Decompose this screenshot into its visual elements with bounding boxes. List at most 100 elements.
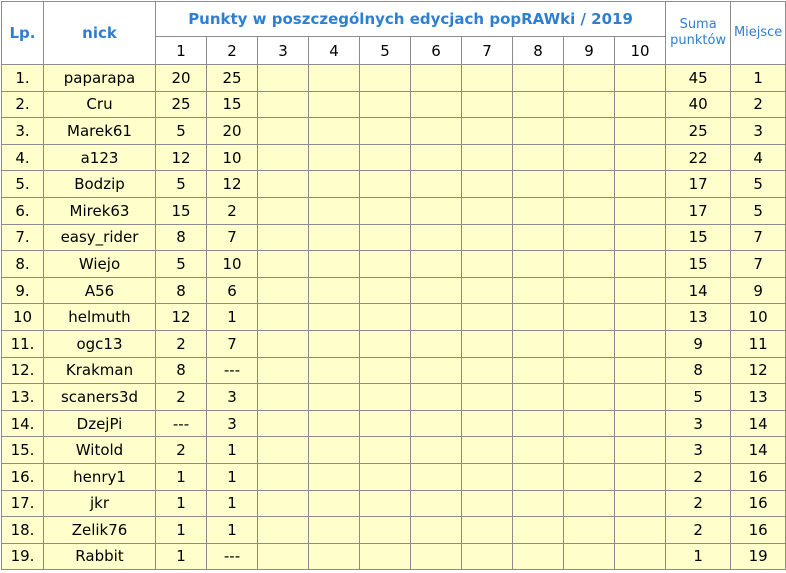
edition-3-cell	[257, 196, 309, 225]
sum-cell: 15	[665, 223, 732, 252]
edition-8-cell	[512, 329, 564, 358]
edition-6-cell	[410, 90, 462, 119]
edition-10-cell	[613, 462, 667, 491]
rank-cell: 15.	[1, 436, 44, 464]
nick-cell: henry1	[43, 462, 156, 491]
edition-header-3: 3	[257, 36, 309, 65]
edition-8-cell	[512, 223, 564, 252]
nick-cell: Zelik76	[43, 516, 156, 544]
edition-5-cell	[359, 143, 411, 172]
edition-3-cell	[257, 516, 309, 544]
edition-9-cell	[563, 276, 615, 305]
edition-7-cell	[461, 117, 513, 145]
edition-4-cell	[308, 170, 360, 198]
edition-10-cell	[613, 276, 667, 305]
edition-8-cell	[512, 436, 564, 464]
edition-5-cell	[359, 383, 411, 411]
edition-5-cell	[359, 356, 411, 385]
edition-3-cell	[257, 170, 309, 198]
sum-cell: 2	[665, 489, 732, 518]
edition-5-cell	[359, 223, 411, 252]
edition-5-cell	[359, 250, 411, 278]
edition-10-cell	[613, 303, 667, 331]
edition-6-cell	[410, 436, 462, 464]
edition-header-6: 6	[410, 36, 462, 65]
table-row: 18. Zelik76 1 1 2 16	[1, 516, 786, 544]
edition-4-cell	[308, 90, 360, 119]
edition-9-cell	[563, 462, 615, 491]
edition-10-cell	[613, 196, 667, 225]
edition-7-cell	[461, 250, 513, 278]
edition-1-cell: 20	[155, 64, 207, 92]
ranking-table: Lp. nick Punkty w poszczególnych edycjac…	[1, 1, 786, 571]
edition-6-cell	[410, 223, 462, 252]
edition-8-cell	[512, 303, 564, 331]
edition-9-cell	[563, 196, 615, 225]
rank-cell: 11.	[1, 329, 44, 358]
rank-cell: 3.	[1, 117, 44, 145]
table-row: 8. Wiejo 5 10 15 7	[1, 250, 786, 278]
edition-6-cell	[410, 383, 462, 411]
sum-cell: 25	[665, 117, 732, 145]
edition-7-cell	[461, 90, 513, 119]
edition-5-cell	[359, 516, 411, 544]
edition-5-cell	[359, 436, 411, 464]
edition-4-cell	[308, 303, 360, 331]
table-row: 7. easy_rider 8 7 15 7	[1, 223, 786, 252]
edition-1-cell: 12	[155, 143, 207, 172]
edition-8-cell	[512, 542, 564, 571]
edition-8-cell	[512, 196, 564, 225]
edition-8-cell	[512, 409, 564, 438]
table-row: 5. Bodzip 5 12 17 5	[1, 170, 786, 198]
sum-cell: 40	[665, 90, 732, 119]
edition-2-cell: ---	[206, 356, 258, 385]
edition-10-cell	[613, 409, 667, 438]
edition-8-cell	[512, 516, 564, 544]
sum-cell: 14	[665, 276, 732, 305]
edition-7-cell	[461, 143, 513, 172]
table-row: 12. Krakman 8 --- 8 12	[1, 356, 786, 385]
rank-cell: 6.	[1, 196, 44, 225]
edition-3-cell	[257, 303, 309, 331]
edition-9-cell	[563, 170, 615, 198]
edition-5-cell	[359, 117, 411, 145]
place-cell: 11	[730, 329, 786, 358]
edition-1-cell: 8	[155, 356, 207, 385]
edition-3-cell	[257, 329, 309, 358]
nick-cell: A56	[43, 276, 156, 305]
edition-5-cell	[359, 462, 411, 491]
edition-8-cell	[512, 90, 564, 119]
rank-cell: 5.	[1, 170, 44, 198]
place-cell: 9	[730, 276, 786, 305]
edition-4-cell	[308, 383, 360, 411]
edition-1-cell: 2	[155, 436, 207, 464]
place-cell: 12	[730, 356, 786, 385]
nick-cell: Rabbit	[43, 542, 156, 571]
edition-1-cell: 25	[155, 90, 207, 119]
edition-9-cell	[563, 250, 615, 278]
edition-2-cell: 25	[206, 64, 258, 92]
table-row: 6. Mirek63 15 2 17 5	[1, 196, 786, 225]
edition-1-cell: 12	[155, 303, 207, 331]
rank-cell: 8.	[1, 250, 44, 278]
edition-3-cell	[257, 356, 309, 385]
edition-4-cell	[308, 436, 360, 464]
sum-header-line1: Suma	[679, 17, 717, 32]
edition-3-cell	[257, 462, 309, 491]
edition-6-cell	[410, 303, 462, 331]
edition-10-cell	[613, 143, 667, 172]
edition-1-cell: 2	[155, 383, 207, 411]
edition-9-cell	[563, 90, 615, 119]
edition-2-cell: 10	[206, 143, 258, 172]
edition-7-cell	[461, 196, 513, 225]
edition-9-cell	[563, 356, 615, 385]
nick-cell: Wiejo	[43, 250, 156, 278]
edition-8-cell	[512, 276, 564, 305]
edition-2-cell: 7	[206, 329, 258, 358]
edition-4-cell	[308, 223, 360, 252]
edition-1-cell: 2	[155, 329, 207, 358]
edition-9-cell	[563, 436, 615, 464]
edition-header-4: 4	[308, 36, 360, 65]
edition-7-cell	[461, 383, 513, 411]
rank-cell: 18.	[1, 516, 44, 544]
